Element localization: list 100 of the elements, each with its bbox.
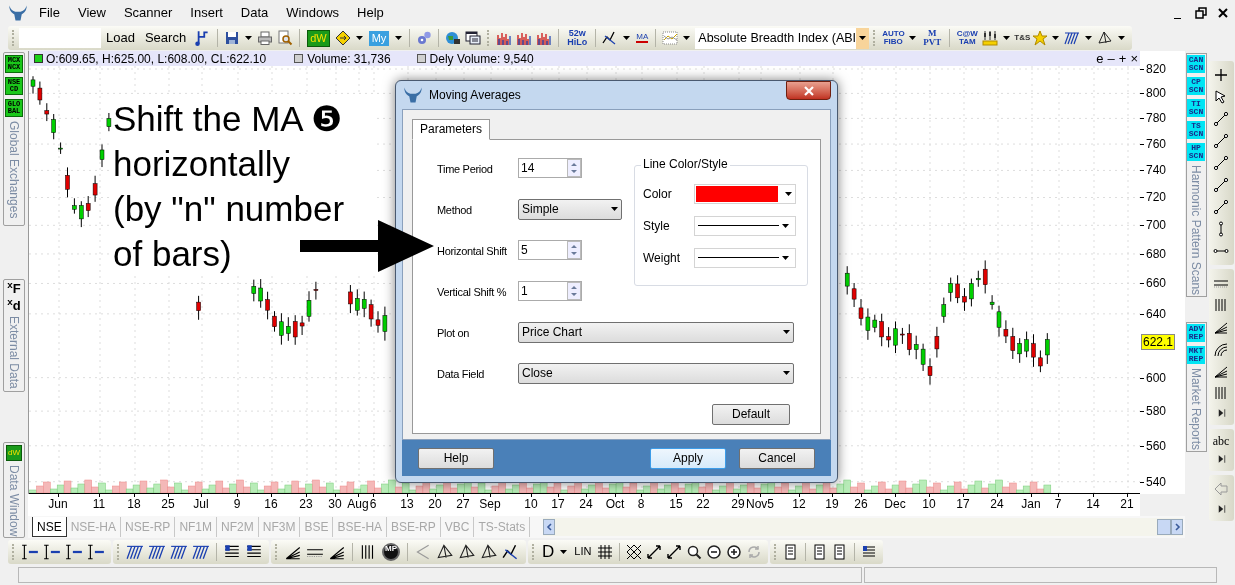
- date-label: 14: [1086, 498, 1100, 510]
- menu-item[interactable]: Scanner: [114, 2, 182, 23]
- price-label: 700: [1146, 219, 1167, 232]
- menu-item[interactable]: View: [68, 2, 115, 23]
- date-label: 22: [696, 498, 710, 510]
- date-label: Nov5: [746, 498, 774, 510]
- date-label: 9: [233, 498, 241, 510]
- date-label: 15: [669, 498, 683, 510]
- menu-item[interactable]: Windows: [277, 2, 349, 23]
- date-label: 8: [637, 498, 645, 510]
- scan-badge[interactable]: TS SCN: [1187, 121, 1205, 139]
- date-label: 12: [792, 498, 806, 510]
- date-label: Jul: [193, 498, 209, 510]
- auto-fibo-badge[interactable]: AUTO FIBO: [882, 30, 905, 46]
- scan-badge[interactable]: CAN SCN: [1187, 55, 1205, 73]
- date-label: 24: [990, 498, 1004, 510]
- date-label: 17: [956, 498, 970, 510]
- date-label: Sep: [479, 498, 501, 510]
- dialog-button[interactable]: Cancel: [739, 447, 815, 469]
- text-tool[interactable]: abc: [1212, 435, 1230, 447]
- price-label: 660: [1146, 277, 1167, 290]
- spin-field[interactable]: 5: [518, 240, 582, 261]
- date-label: 21: [1120, 498, 1134, 510]
- toolbar-button[interactable]: Search: [139, 28, 192, 48]
- pane-button[interactable]: +: [1116, 52, 1129, 65]
- price-label: 740: [1146, 164, 1167, 177]
- report-badge[interactable]: MKT REP: [1187, 346, 1205, 365]
- spin-field[interactable]: 1: [518, 281, 582, 302]
- date-label: 20: [428, 498, 442, 510]
- cow-tam-badge[interactable]: C@W TAM: [956, 30, 979, 46]
- menu-item[interactable]: Help: [348, 2, 393, 23]
- field-label: Weight: [643, 249, 682, 267]
- select-field[interactable]: Close: [518, 362, 794, 384]
- field-label: Data Field: [437, 368, 485, 381]
- dialog-title: Moving Averages: [429, 86, 522, 104]
- pane-button[interactable]: e: [1094, 52, 1106, 65]
- report-badge[interactable]: ADV REP: [1187, 324, 1205, 343]
- delivery-volume-text: Dely Volume: 9,540: [429, 50, 534, 68]
- ma-badge[interactable]: MA: [636, 33, 649, 43]
- market-profile-badge[interactable]: MP: [382, 542, 400, 561]
- price-label: 820: [1146, 63, 1167, 75]
- field-label: Vertical Shift %: [437, 286, 507, 299]
- price-label: 680: [1146, 247, 1167, 260]
- date-label: 25: [161, 498, 175, 510]
- field-label: Color: [643, 185, 673, 203]
- date-label: Jan: [1021, 498, 1041, 510]
- date-label: 18: [127, 498, 141, 510]
- date-label: 27: [456, 498, 470, 510]
- chart-type-badge[interactable]: D: [542, 543, 555, 560]
- menu-item[interactable]: Data: [231, 2, 278, 23]
- date-label: 7: [1054, 498, 1062, 510]
- external-data-badge[interactable]: $^{x}$F: [7, 282, 21, 296]
- dialog-button[interactable]: Help: [418, 447, 494, 469]
- dialog-button[interactable]: Apply: [650, 447, 726, 469]
- time-sales-badge[interactable]: T&S: [1014, 34, 1031, 42]
- price-label: 800: [1146, 87, 1167, 100]
- date-label: 6: [369, 498, 377, 510]
- annotation-text: Shift the MA ❺ horizontally (by "n" number of bars): [113, 96, 375, 276]
- exchange-tab[interactable]: NSE: [32, 517, 67, 537]
- scan-badge[interactable]: HP SCN: [1187, 143, 1205, 161]
- pane-button[interactable]: –: [1105, 52, 1117, 65]
- date-label: Jun: [48, 498, 68, 510]
- date-label: Dec: [884, 498, 906, 510]
- spin-field[interactable]: 14: [518, 158, 582, 179]
- date-label: 30: [328, 498, 342, 510]
- date-label: 10: [524, 498, 538, 510]
- field-label: Method: [437, 204, 472, 217]
- price-label: 600: [1146, 371, 1167, 384]
- pivot-badge[interactable]: M PVT: [921, 29, 944, 47]
- default-button[interactable]: Default: [712, 403, 790, 425]
- last-price-label: 622.1: [1141, 333, 1176, 350]
- date-label: 24: [579, 498, 593, 510]
- price-label: 560: [1146, 439, 1167, 452]
- date-label: 23: [299, 498, 313, 510]
- field-label: Horizontal Shift: [437, 245, 507, 258]
- dialog-tab[interactable]: Parameters: [412, 118, 491, 140]
- hilo-badge[interactable]: 52w HiLo: [566, 29, 589, 47]
- scan-badge[interactable]: TI SCN: [1187, 99, 1205, 117]
- date-label: 16: [264, 498, 278, 510]
- select-field[interactable]: Price Chart: [518, 321, 794, 343]
- date-label: 10: [922, 498, 936, 510]
- menu-item[interactable]: File: [30, 2, 69, 23]
- scale-badge[interactable]: LIN: [574, 546, 592, 557]
- group-title: Line Color/Style: [641, 157, 730, 170]
- menu-item[interactable]: Insert: [181, 2, 232, 23]
- field-label: Plot on: [437, 327, 470, 340]
- external-data-badge[interactable]: $^{x}$d: [7, 299, 21, 313]
- date-label: Oct: [605, 498, 625, 510]
- select-field[interactable]: Simple: [518, 198, 622, 220]
- field-label: Time Period: [437, 163, 493, 176]
- pane-button[interactable]: ×: [1128, 52, 1140, 65]
- indicator-select[interactable]: Absolute Breadth Index (ABI: [695, 27, 870, 49]
- date-label: 19: [825, 498, 839, 510]
- price-label: 780: [1146, 112, 1167, 125]
- price-label: 760: [1146, 138, 1167, 151]
- date-label: 13: [400, 498, 414, 510]
- toolbar-button[interactable]: Load: [101, 28, 140, 48]
- scan-badge[interactable]: CP SCN: [1187, 77, 1205, 95]
- date-label: 26: [854, 498, 868, 510]
- date-label: 17: [551, 498, 565, 510]
